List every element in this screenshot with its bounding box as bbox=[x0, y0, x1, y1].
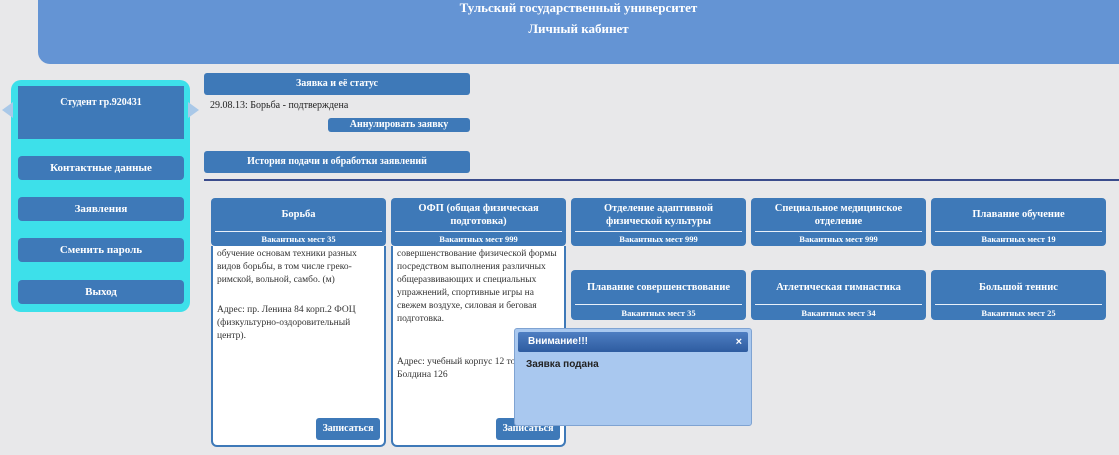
student-label: Студент гр.920431 bbox=[60, 97, 142, 108]
section-card-swimming-advanced[interactable]: Плавание совершенствование Вакантных мес… bbox=[571, 270, 746, 320]
vacancies-label: Вакантных мест 999 bbox=[439, 234, 518, 244]
sidebar-item-applications[interactable]: Заявления bbox=[18, 197, 184, 221]
site-header: Тульский государственный университет Лич… bbox=[38, 0, 1119, 64]
arrow-left-icon[interactable] bbox=[2, 102, 13, 118]
section-card-adaptive[interactable]: Отделение адаптивной физической культуры… bbox=[571, 198, 746, 246]
vacancies-label: Вакантных мест 35 bbox=[621, 308, 696, 318]
section-card-athletic-gymnastics[interactable]: Атлетическая гимнастика Вакантных мест 3… bbox=[751, 270, 926, 320]
section-description: обучение основам техники разных видов бо… bbox=[217, 249, 357, 285]
close-icon[interactable]: × bbox=[736, 332, 742, 352]
history-button[interactable]: История подачи и обработки заявлений bbox=[204, 151, 470, 173]
card-divider bbox=[755, 304, 922, 305]
section-title: Большой теннис bbox=[979, 281, 1058, 293]
application-status-header: Заявка и её статус bbox=[204, 73, 470, 95]
student-panel: Студент гр.920431 bbox=[18, 86, 184, 139]
divider bbox=[204, 179, 1119, 181]
university-title: Тульский государственный университет bbox=[459, 0, 698, 15]
section-title: Плавание совершенствование bbox=[586, 281, 731, 293]
card-divider bbox=[935, 304, 1102, 305]
application-status-text: 29.08.13: Борьба - подтверждена bbox=[210, 100, 349, 111]
cancel-application-button[interactable]: Аннулировать заявку bbox=[328, 118, 470, 132]
section-title: Борьба bbox=[281, 209, 316, 220]
sidebar: Студент гр.920431 Контактные данные Заяв… bbox=[2, 80, 199, 312]
section-title: Отделение адаптивной физической культуры bbox=[603, 202, 714, 227]
vacancies-label: Вакантных мест 999 bbox=[619, 234, 698, 244]
card-divider bbox=[215, 231, 382, 232]
vacancies-label: Вакантных мест 999 bbox=[799, 234, 878, 244]
card-divider bbox=[575, 304, 742, 305]
dialog-title: Внимание!!! bbox=[528, 336, 588, 347]
card-divider bbox=[575, 231, 742, 232]
section-card-tennis[interactable]: Большой теннис Вакантных мест 25 bbox=[931, 270, 1106, 320]
arrow-right-icon[interactable] bbox=[188, 102, 199, 118]
section-title: Атлетическая гимнастика bbox=[776, 281, 901, 293]
vacancies-label: Вакантных мест 34 bbox=[801, 308, 876, 318]
section-card-medical[interactable]: Специальное медицинское отделение Вакант… bbox=[751, 198, 926, 246]
card-divider bbox=[395, 231, 562, 232]
card-divider bbox=[755, 231, 922, 232]
section-title: Плавание обучение bbox=[972, 209, 1065, 220]
card-divider bbox=[935, 231, 1102, 232]
page-title: Личный кабинет bbox=[528, 21, 629, 36]
section-description: совершенствование физической формы посре… bbox=[397, 249, 557, 324]
dialog-title-bar: Внимание!!! × bbox=[518, 332, 748, 352]
vacancies-label: Вакантных мест 25 bbox=[981, 308, 1056, 318]
dialog-message: Заявка подана bbox=[526, 359, 599, 370]
vacancies-label: Вакантных мест 35 bbox=[261, 234, 336, 244]
section-address: Адрес: пр. Ленина 84 корп.2 ФОЦ (физкуль… bbox=[217, 305, 356, 341]
section-detail-wrestling: обучение основам техники разных видов бо… bbox=[211, 246, 386, 447]
sidebar-item-contacts[interactable]: Контактные данные bbox=[18, 156, 184, 180]
section-card-wrestling[interactable]: Борьба Вакантных мест 35 bbox=[211, 198, 386, 246]
section-title: ОФП (общая физическая подготовка) bbox=[418, 202, 539, 227]
section-title: Специальное медицинское отделение bbox=[774, 202, 903, 227]
notification-dialog: Внимание!!! × Заявка подана bbox=[514, 328, 752, 426]
section-card-swimming-basic[interactable]: Плавание обучение Вакантных мест 19 bbox=[931, 198, 1106, 246]
enroll-button[interactable]: Записаться bbox=[316, 418, 380, 440]
section-card-ofp[interactable]: ОФП (общая физическая подготовка) Вакант… bbox=[391, 198, 566, 246]
sidebar-item-change-password[interactable]: Сменить пароль bbox=[18, 238, 184, 262]
sidebar-item-logout[interactable]: Выход bbox=[18, 280, 184, 304]
vacancies-label: Вакантных мест 19 bbox=[981, 234, 1056, 244]
